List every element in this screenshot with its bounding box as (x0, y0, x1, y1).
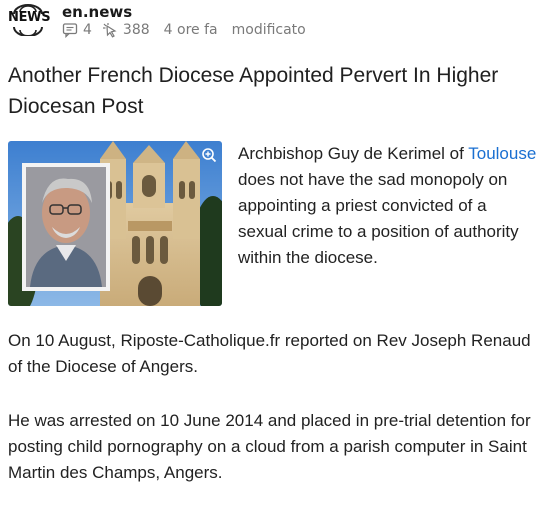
article-image[interactable] (8, 141, 222, 306)
article-title: Another French Diocese Appointed Pervert… (8, 64, 499, 118)
post-meta: 4 388 4 ore fa modificato (62, 21, 306, 39)
paragraph-arrest: He was arrested on 10 June 2014 and plac… (8, 411, 531, 482)
post-header: NEWS en.news 4 388 4 ore fa modificato (8, 2, 548, 48)
edited-label: modificato (231, 22, 306, 38)
cursor-icon (102, 23, 117, 38)
view-count: 388 (122, 22, 150, 38)
paragraph-angers: On 10 August, Riposte-Catholique.fr repo… (8, 331, 531, 376)
toulouse-link[interactable]: Toulouse (468, 144, 536, 163)
intro-text-after: does not have the sad monopoly on appoin… (238, 170, 519, 267)
intro-paragraph: Archbishop Guy de Kerimel of Toulouse do… (238, 141, 538, 271)
article-photo (8, 141, 222, 306)
source-name[interactable]: en.news (62, 3, 132, 21)
intro-paragraph-wrap: Archbishop Guy de Kerimel of Toulouse do… (238, 141, 538, 271)
intro-text-before: Archbishop Guy de Kerimel of (238, 144, 469, 163)
comment-count[interactable]: 4 (83, 21, 92, 39)
zoom-in-icon[interactable] (201, 147, 217, 163)
comment-icon (62, 23, 78, 38)
news-logo[interactable]: NEWS (8, 4, 51, 37)
logo-text: NEWS (8, 10, 51, 25)
post-time: 4 ore fa (163, 22, 218, 38)
